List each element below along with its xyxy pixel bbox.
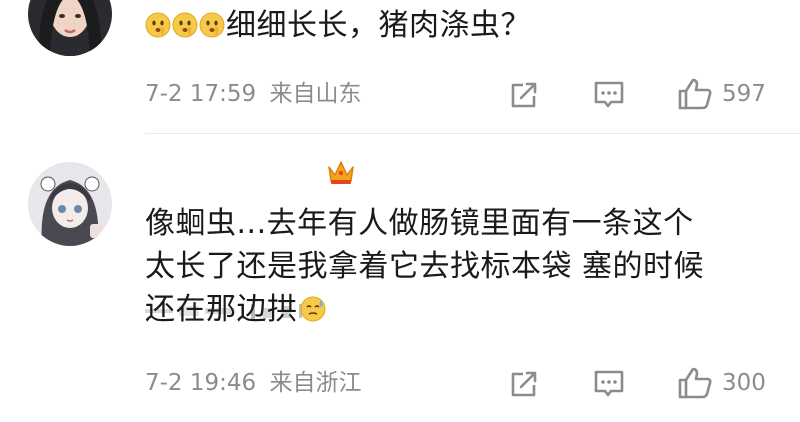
comment-meta: 7-2 17:59 来自山东 (145, 79, 361, 109)
user-avatar[interactable] (28, 162, 112, 246)
comment-time: 7-2 17:59 (145, 81, 257, 107)
comment-list: 细细长长，猪肉涤虫？ 7-2 17:59 来自山东 597 像蛔虫...去年有人… (0, 0, 800, 422)
shushing-face-emoji (145, 7, 171, 38)
comment-meta: 7-2 19:46 来自浙江 (145, 368, 361, 398)
comment-item: 细细长长，猪肉涤虫？ 7-2 17:59 来自山东 597 (0, 0, 800, 133)
shushing-face-emoji (172, 7, 198, 38)
comment-location: 来自山东 (269, 81, 362, 107)
share-icon (508, 368, 540, 400)
comment-text: 细细长长，猪肉涤虫？ (145, 4, 531, 47)
comment-icon (592, 79, 626, 111)
like-button[interactable]: 300 (676, 365, 766, 401)
thumbs-up-icon (676, 365, 714, 401)
share-button[interactable] (508, 79, 540, 111)
comment-button[interactable] (592, 368, 626, 400)
comment-line-wrap: 还在那边拱 (145, 288, 704, 331)
sweat-emoji (300, 291, 326, 322)
thumbs-up-icon (676, 76, 714, 112)
like-count: 300 (722, 370, 766, 396)
comment-location: 来自浙江 (269, 370, 362, 396)
like-count: 597 (722, 81, 766, 107)
comment-line: 太长了还是我拿着它去找标本袋 塞的时候 (145, 249, 705, 284)
comment-item: 像蛔虫...去年有人做肠镜里面有一条这个 太长了还是我拿着它去找标本袋 塞的时候… (0, 134, 800, 422)
share-button[interactable] (508, 368, 540, 400)
comment-line: 像蛔虫...去年有人做肠镜里面有一条这个 (145, 206, 694, 241)
comment-text: 像蛔虫...去年有人做肠镜里面有一条这个 太长了还是我拿着它去找标本袋 塞的时候… (145, 202, 704, 331)
comment-time: 7-2 19:46 (145, 370, 257, 396)
comment-button[interactable] (592, 79, 626, 111)
share-icon (508, 79, 540, 111)
shushing-face-emoji (199, 7, 225, 38)
like-button[interactable]: 597 (676, 76, 766, 112)
comment-body: 细细长长，猪肉涤虫？ (226, 8, 531, 43)
user-avatar[interactable] (28, 0, 112, 56)
crown-badge-icon (326, 158, 356, 190)
comment-icon (592, 368, 626, 400)
comment-line: 还在那边拱 (145, 292, 298, 327)
